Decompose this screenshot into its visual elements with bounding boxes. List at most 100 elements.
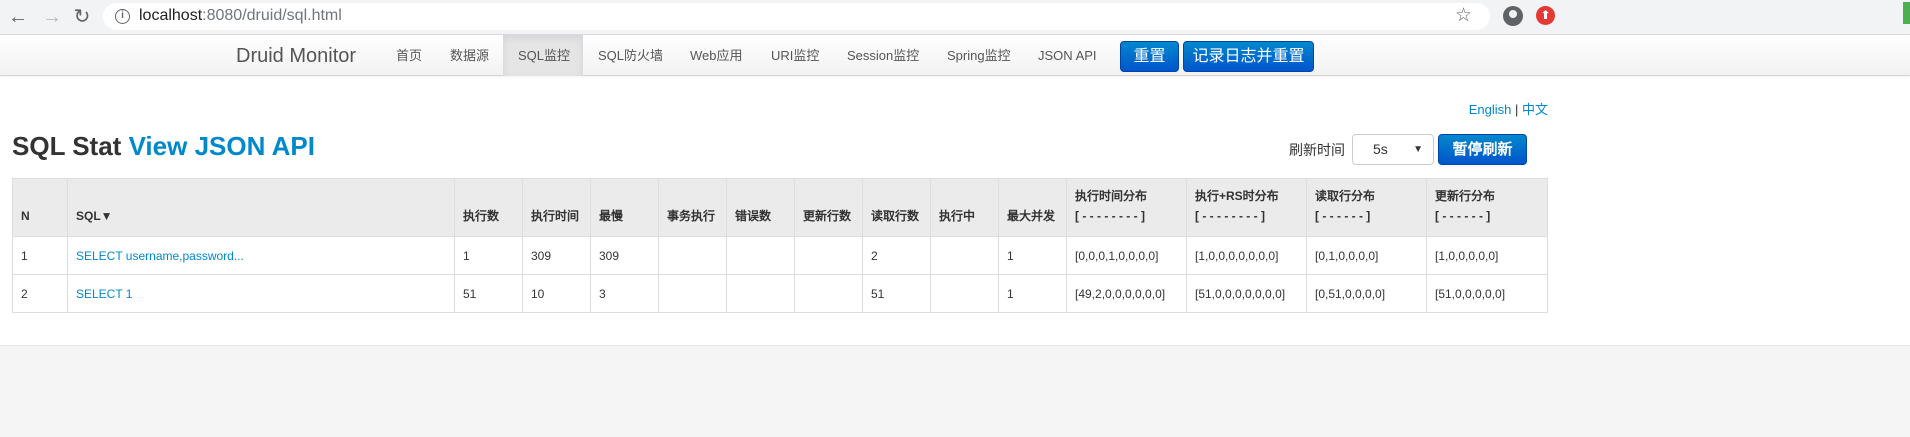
extension-icon[interactable]: ⬆ bbox=[1536, 6, 1555, 25]
col-header-sql[interactable]: SQL▼ bbox=[67, 178, 455, 237]
table-cell: 1 bbox=[998, 236, 1067, 275]
nav-item-web-app[interactable]: Web应用 bbox=[675, 35, 758, 76]
dropdown-caret-icon: ▼ bbox=[1413, 144, 1423, 155]
col-header-sublabel: [ - - - - - - ] bbox=[1435, 209, 1491, 223]
nav-item-session-monitor[interactable]: Session监控 bbox=[832, 35, 934, 76]
col-header-label: 事务执行 bbox=[667, 209, 716, 223]
refresh-interval-value: 5s bbox=[1373, 141, 1388, 157]
nav-item-sql-monitor[interactable]: SQL监控 bbox=[503, 35, 583, 76]
col-header-slowest[interactable]: 最慢 bbox=[590, 178, 659, 237]
col-header-n[interactable]: N bbox=[12, 178, 68, 237]
lang-chinese-link[interactable]: 中文 bbox=[1522, 102, 1548, 117]
table-cell bbox=[794, 236, 863, 275]
page-title: SQL Stat View JSON API bbox=[12, 131, 315, 162]
col-header-fetch-rows[interactable]: 读取行数 bbox=[862, 178, 931, 237]
view-json-api-link[interactable]: View JSON API bbox=[129, 131, 315, 161]
table-cell: 1 bbox=[12, 236, 68, 275]
table-cell: 2 bbox=[862, 236, 931, 275]
reset-button[interactable]: 重置 bbox=[1120, 41, 1179, 72]
col-header-label: 最大并发 bbox=[1007, 209, 1056, 223]
col-header-label: 更新行分布 bbox=[1435, 189, 1496, 203]
col-header-label: 执行中 bbox=[939, 209, 976, 223]
col-header-sublabel: [ - - - - - - ] bbox=[1315, 209, 1371, 223]
col-header-exec-time[interactable]: 执行时间 bbox=[522, 178, 591, 237]
nav-item-spring-monitor[interactable]: Spring监控 bbox=[932, 35, 1026, 76]
language-switch: English | 中文 bbox=[1469, 99, 1548, 118]
table-cell: [0,0,0,1,0,0,0,0] bbox=[1066, 236, 1187, 275]
star-icon[interactable]: ☆ bbox=[1455, 4, 1472, 27]
table-cell: [49,2,0,0,0,0,0,0] bbox=[1066, 274, 1187, 313]
col-header-txn-exec[interactable]: 事务执行 bbox=[658, 178, 727, 237]
col-header-update-rows[interactable]: 更新行数 bbox=[794, 178, 863, 237]
table-cell-sql: SELECT username,password... bbox=[67, 236, 455, 275]
table-cell: 309 bbox=[590, 236, 659, 275]
nav-item-uri-monitor[interactable]: URI监控 bbox=[756, 35, 834, 76]
nav-item-datasource[interactable]: 数据源 bbox=[435, 35, 504, 76]
nav-item-home[interactable]: 首页 bbox=[381, 35, 437, 76]
nav-item-sql-firewall[interactable]: SQL防火墙 bbox=[583, 35, 678, 76]
sql-stat-table: N SQL▼ 执行数 执行时间 最慢 事务执行 错误数 更新行数 读取行数 执行… bbox=[12, 178, 1548, 313]
back-arrow-icon[interactable]: ← bbox=[6, 5, 30, 29]
col-header-label: 读取行分布 bbox=[1315, 189, 1376, 203]
table-cell: 51 bbox=[454, 274, 523, 313]
page-footer-area bbox=[0, 345, 1910, 437]
table-cell bbox=[930, 274, 999, 313]
col-header-running[interactable]: 执行中 bbox=[930, 178, 999, 237]
table-cell: 309 bbox=[522, 236, 591, 275]
table-cell bbox=[658, 274, 727, 313]
table-cell: [1,0,0,0,0,0,0,0] bbox=[1186, 236, 1307, 275]
url-text[interactable]: localhost:8080/druid/sql.html bbox=[139, 7, 342, 25]
address-bar[interactable]: i localhost:8080/druid/sql.html ☆ bbox=[103, 3, 1490, 30]
table-cell: 3 bbox=[590, 274, 659, 313]
col-header-fetch-row-histogram: 读取行分布 [ - - - - - - ] bbox=[1306, 178, 1427, 237]
col-header-max-concurrent[interactable]: 最大并发 bbox=[998, 178, 1067, 237]
table-cell: 51 bbox=[862, 274, 931, 313]
table-header-row: N SQL▼ 执行数 执行时间 最慢 事务执行 错误数 更新行数 读取行数 执行… bbox=[12, 178, 1548, 237]
info-icon[interactable]: i bbox=[115, 9, 130, 24]
col-header-label: 执行时间 bbox=[531, 209, 580, 223]
page-title-text: SQL Stat bbox=[12, 131, 122, 161]
forward-arrow-icon[interactable]: → bbox=[40, 5, 64, 29]
log-and-reset-button[interactable]: 记录日志并重置 bbox=[1183, 41, 1314, 72]
refresh-interval-select[interactable]: 5s ▼ bbox=[1352, 134, 1434, 165]
extension-bar-icon bbox=[1903, 2, 1910, 24]
sql-detail-link[interactable]: SELECT 1 bbox=[76, 287, 132, 301]
table-cell: 2 bbox=[12, 274, 68, 313]
table-cell: [51,0,0,0,0,0] bbox=[1426, 274, 1548, 313]
table-cell: 1 bbox=[998, 274, 1067, 313]
druid-navbar: Druid Monitor 首页 数据源 SQL监控 SQL防火墙 Web应用 … bbox=[0, 35, 1910, 76]
col-header-label: 错误数 bbox=[735, 209, 772, 223]
table-row: 1 SELECT username,password... 1 309 309 … bbox=[12, 236, 1548, 275]
col-header-update-row-histogram: 更新行分布 [ - - - - - - ] bbox=[1426, 178, 1548, 237]
table-cell: [0,51,0,0,0,0] bbox=[1306, 274, 1427, 313]
col-header-exec-time-histogram: 执行时间分布 [ - - - - - - - - ] bbox=[1066, 178, 1187, 237]
col-header-label: SQL▼ bbox=[76, 209, 113, 223]
table-cell bbox=[930, 236, 999, 275]
table-cell: [1,0,0,0,0,0] bbox=[1426, 236, 1548, 275]
reload-icon[interactable]: ↻ bbox=[70, 5, 94, 29]
col-header-label: 执行时间分布 bbox=[1075, 189, 1148, 203]
sql-detail-link[interactable]: SELECT username,password... bbox=[76, 249, 244, 263]
table-cell bbox=[726, 236, 795, 275]
url-path: :8080/druid/sql.html bbox=[202, 7, 342, 24]
col-header-exec-count[interactable]: 执行数 bbox=[454, 178, 523, 237]
col-header-label: 执行数 bbox=[463, 209, 500, 223]
table-cell bbox=[794, 274, 863, 313]
browser-toolbar: ← → ↻ i localhost:8080/druid/sql.html ☆ … bbox=[0, 0, 1910, 35]
col-header-label: N bbox=[21, 209, 30, 223]
table-cell bbox=[658, 236, 727, 275]
table-cell-sql: SELECT 1 bbox=[67, 274, 455, 313]
refresh-interval-label: 刷新时间 bbox=[1289, 142, 1345, 158]
nav-item-json-api[interactable]: JSON API bbox=[1023, 35, 1112, 76]
table-cell: 10 bbox=[522, 274, 591, 313]
url-host: localhost bbox=[139, 7, 203, 24]
brand-title[interactable]: Druid Monitor bbox=[236, 45, 356, 68]
col-header-errors[interactable]: 错误数 bbox=[726, 178, 795, 237]
col-header-label: 读取行数 bbox=[871, 209, 920, 223]
lang-english-link[interactable]: English bbox=[1469, 102, 1512, 117]
pause-refresh-button[interactable]: 暂停刷新 bbox=[1438, 134, 1527, 165]
col-header-sublabel: [ - - - - - - - - ] bbox=[1075, 209, 1145, 223]
table-row: 2 SELECT 1 51 10 3 51 1 [49,2,0,0,0,0,0,… bbox=[12, 274, 1548, 313]
profile-avatar-icon[interactable] bbox=[1503, 6, 1523, 26]
table-cell bbox=[726, 274, 795, 313]
